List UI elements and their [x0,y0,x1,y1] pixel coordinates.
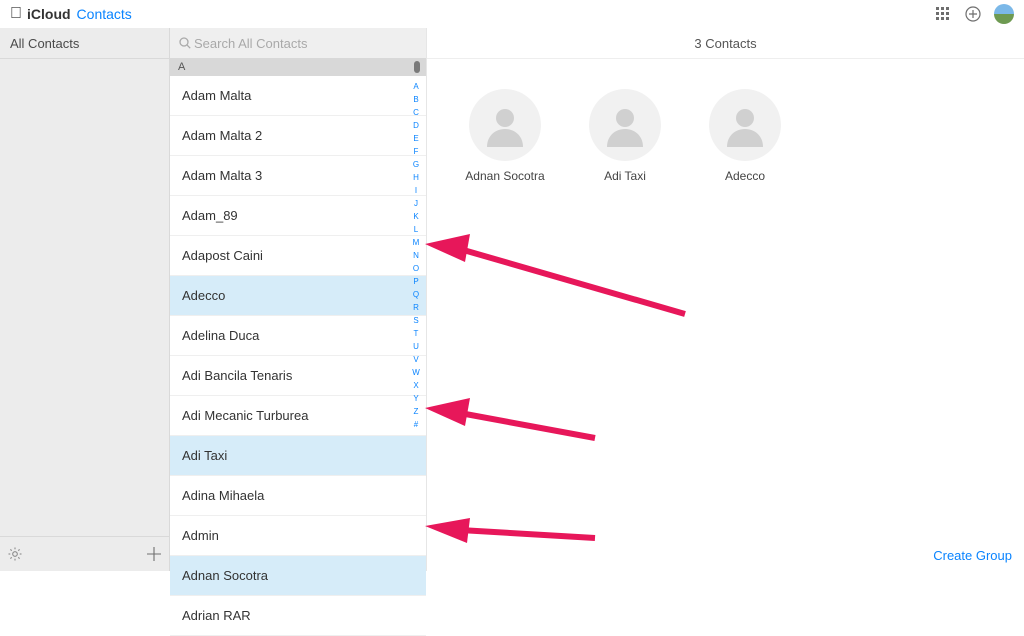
person-silhouette-icon [589,89,661,161]
alpha-index-letter[interactable]: A [413,80,418,93]
selected-contact[interactable]: Adnan Socotra [457,89,553,183]
annotation-arrow-1 [425,234,705,324]
alpha-index-letter[interactable]: X [413,379,418,392]
plus-icon[interactable] [145,545,163,563]
contact-row[interactable]: Adam_89 [170,196,426,236]
search-icon [178,36,192,50]
alpha-index-letter[interactable]: H [413,171,419,184]
contact-row[interactable]: Adina Mihaela [170,476,426,516]
selected-contact-name: Adnan Socotra [465,169,544,183]
annotation-arrow-2 [425,398,605,448]
selected-contact[interactable]: Adi Taxi [577,89,673,183]
alpha-index-letter[interactable]: W [412,366,420,379]
contact-row-label: Adi Taxi [182,448,227,463]
alpha-index-letter[interactable]: O [413,262,419,275]
list-section-letter: A [178,61,185,73]
alpha-index-letter[interactable]: K [413,210,418,223]
search-bar[interactable] [170,28,426,58]
contact-row-label: Adelina Duca [182,328,259,343]
contact-row-label: Adina Mihaela [182,488,264,503]
selected-contact-avatars: Adnan Socotra Adi Taxi Adecco [457,89,1024,183]
person-silhouette-icon [709,89,781,161]
alpha-index-letter[interactable]: R [413,301,419,314]
alpha-index-letter[interactable]: V [413,353,418,366]
scroll-pill[interactable] [414,61,420,73]
person-silhouette-icon [469,89,541,161]
detail-header-label: 3 Contacts [694,36,756,51]
alpha-index-letter[interactable]: N [413,249,419,262]
contact-row-label: Adam Malta 3 [182,168,262,183]
list-section-header: A [170,58,426,76]
contact-row[interactable]: Adelina Duca [170,316,426,356]
sidebar-group-label: All Contacts [10,36,79,51]
search-input[interactable] [192,35,418,52]
selected-contact[interactable]: Adecco [697,89,793,183]
alpha-index-letter[interactable]: S [413,314,418,327]
contact-row[interactable]: Adecco [170,276,426,316]
contact-row[interactable]: Adam Malta 3 [170,156,426,196]
alpha-index-letter[interactable]: # [414,418,418,431]
alpha-index-letter[interactable]: Q [413,288,419,301]
contact-row-label: Adnan Socotra [182,568,268,583]
alpha-index-letter[interactable]: I [415,184,417,197]
contact-row[interactable]: Adi Bancila Tenaris [170,356,426,396]
contact-list: Adam Malta Adam Malta 2 Adam Malta 3 Adam_8… [170,76,426,636]
user-avatar[interactable] [994,4,1014,24]
detail-panel: 3 Contacts Adnan Socotra Adi Taxi Adecco C… [427,28,1024,571]
create-group-button[interactable]: Create Group [933,548,1012,563]
contact-row-label: Adecco [182,288,225,303]
alpha-index-letter[interactable]: L [414,223,418,236]
alphabet-index[interactable]: ABCDEFGHIJKLMNOPQRSTUVWXYZ# [409,80,423,431]
contact-row[interactable]: Adi Taxi [170,436,426,476]
contact-row-label: Adam_89 [182,208,238,223]
contact-row[interactable]: Adnan Socotra [170,556,426,596]
contact-row-label: Adam Malta 2 [182,128,262,143]
alpha-index-letter[interactable]: M [413,236,420,249]
annotation-arrow-3 [425,518,605,553]
contact-row-label: Adam Malta [182,88,251,103]
brand-os: iCloud [27,6,71,22]
contact-row[interactable]: Adrian RAR [170,596,426,636]
contact-row-label: Adrian RAR [182,608,251,623]
contact-row-label: Adapost Caini [182,248,263,263]
sidebar-group-all-contacts[interactable]: All Contacts [0,28,169,59]
alpha-index-letter[interactable]: B [413,93,418,106]
create-group-label: Create Group [933,548,1012,563]
alpha-index-letter[interactable]: Y [413,392,418,405]
alpha-index-letter[interactable]: Z [414,405,419,418]
contact-row-label: Adi Mecanic Turburea [182,408,308,423]
alpha-index-letter[interactable]: F [414,145,419,158]
detail-header: 3 Contacts [427,28,1024,59]
alpha-index-letter[interactable]: E [413,132,418,145]
contact-row[interactable]: Adam Malta [170,76,426,116]
selected-contact-name: Adecco [725,169,765,183]
selected-contact-name: Adi Taxi [604,169,646,183]
sidebar: All Contacts [0,28,170,571]
brand-app: Contacts [77,6,132,22]
contact-row-label: Admin [182,528,219,543]
contact-list-panel: A Adam Malta Adam Malta 2 Adam Malta 3 Adam… [170,28,427,571]
contact-row[interactable]: Admin [170,516,426,556]
contact-row[interactable]: Adam Malta 2 [170,116,426,156]
alpha-index-letter[interactable]: D [413,119,419,132]
top-bar:  iCloud Contacts [0,0,1024,29]
app-grid-icon[interactable] [932,3,954,25]
brand[interactable]:  iCloud Contacts [10,5,132,23]
contact-row-label: Adi Bancila Tenaris [182,368,292,383]
alpha-index-letter[interactable]: J [414,197,418,210]
alpha-index-letter[interactable]: G [413,158,419,171]
apple-logo-icon:  [10,5,22,23]
sidebar-footer [0,536,169,571]
gear-icon[interactable] [6,545,24,563]
alpha-index-letter[interactable]: T [414,327,419,340]
alpha-index-letter[interactable]: P [413,275,418,288]
contact-row[interactable]: Adapost Caini [170,236,426,276]
contact-row[interactable]: Adi Mecanic Turburea [170,396,426,436]
alpha-index-letter[interactable]: U [413,340,419,353]
alpha-index-letter[interactable]: C [413,106,419,119]
add-circle-icon[interactable] [962,3,984,25]
